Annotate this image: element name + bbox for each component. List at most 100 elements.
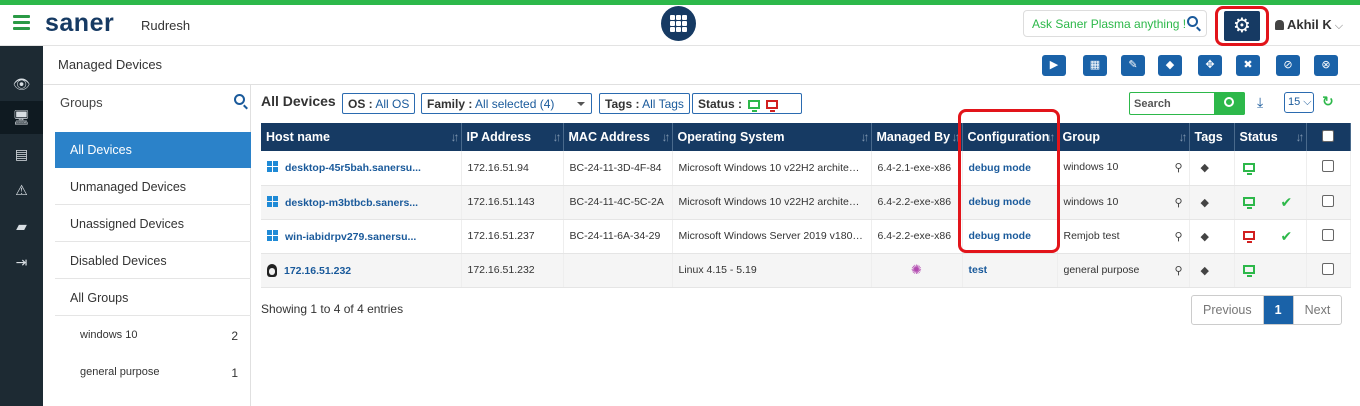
os-filter[interactable]: OS : All OS: [342, 93, 416, 114]
row-checkbox[interactable]: [1322, 194, 1334, 207]
highlight-box-configuration: [958, 109, 1060, 253]
configuration-cell[interactable]: test: [962, 253, 1058, 288]
dropdown-caret-icon: [577, 102, 585, 106]
select-cell: [1306, 219, 1351, 254]
next-page-button[interactable]: Next: [1294, 296, 1342, 324]
col-managed-by[interactable]: Managed By ↓↑: [871, 123, 963, 151]
nav-report-icon[interactable]: ▤: [0, 138, 43, 171]
column-label: Tags: [1194, 130, 1223, 144]
windows-icon: [267, 161, 279, 173]
group-all-groups[interactable]: All Groups: [55, 280, 251, 316]
group-windows-10[interactable]: windows 10 2: [55, 317, 251, 353]
previous-page-button[interactable]: Previous: [1192, 296, 1264, 324]
pin-icon[interactable]: ⚲: [1174, 230, 1182, 243]
toolbar-grid-icon[interactable]: ▦: [1083, 55, 1107, 76]
nav-warning-icon[interactable]: ⚠: [0, 174, 43, 207]
download-icon[interactable]: ⤓: [1257, 94, 1263, 111]
pin-icon[interactable]: ⚲: [1174, 264, 1182, 277]
col-group[interactable]: Group ↓↑: [1057, 123, 1190, 151]
col-operating-system[interactable]: Operating System ↓↑: [672, 123, 872, 151]
toolbar-unmanage-icon[interactable]: ⊘: [1276, 55, 1300, 76]
row-checkbox[interactable]: [1322, 160, 1334, 173]
user-menu[interactable]: Akhil K ⌵: [1275, 17, 1343, 33]
tags-filter[interactable]: Tags : All Tags: [599, 93, 690, 114]
toolbar-play-icon[interactable]: ▶: [1042, 55, 1066, 76]
tags-cell: ◆: [1189, 219, 1235, 254]
tag-icon[interactable]: ◆: [1201, 231, 1209, 243]
page-1-button[interactable]: 1: [1263, 296, 1294, 324]
online-monitor-icon[interactable]: [748, 100, 761, 112]
offline-monitor-icon[interactable]: [766, 100, 779, 112]
mac-cell: BC-24-11-3D-4F-84: [563, 151, 673, 186]
toolbar-move-icon[interactable]: ✥: [1198, 55, 1222, 76]
left-nav: 👁 🖥 ▤ ⚠ ▰ ⇥: [0, 46, 43, 406]
status-cell: [1234, 253, 1307, 288]
page-size-select[interactable]: 15 ⌵: [1284, 92, 1314, 113]
search-icon: [1224, 97, 1234, 107]
refresh-icon[interactable]: ↻: [1322, 93, 1334, 110]
column-label: IP Address: [466, 130, 532, 144]
top-bar: saner Rudresh Ask Saner Plasma anything …: [0, 5, 1360, 46]
table-row[interactable]: win-iabidrpv279.sanersu... 172.16.51.237…: [261, 219, 1351, 254]
select-all-checkbox[interactable]: [1322, 129, 1334, 142]
group-disabled-devices[interactable]: Disabled Devices: [55, 243, 251, 279]
page-title: Managed Devices: [58, 57, 163, 72]
host-cell[interactable]: desktop-m3btbcb.saners...: [261, 185, 462, 220]
table-row[interactable]: desktop-m3btbcb.saners... 172.16.51.143 …: [261, 185, 1351, 220]
group-unmanaged-devices[interactable]: Unmanaged Devices: [55, 169, 251, 205]
groups-search-icon[interactable]: [234, 94, 245, 105]
groups-panel: Groups All Devices Unmanaged Devices Una…: [55, 85, 251, 406]
status-filter[interactable]: Status :: [692, 93, 802, 114]
host-cell[interactable]: win-iabidrpv279.sanersu...: [261, 219, 462, 254]
devices-table: Host name ↓↑ IP Address ↓↑ MAC Address ↓↑ O…: [261, 123, 1351, 288]
group-count: 2: [231, 329, 238, 343]
search-icon: [1187, 16, 1198, 27]
tag-icon[interactable]: ◆: [1201, 162, 1209, 174]
group-all-devices[interactable]: All Devices: [55, 132, 251, 168]
toolbar-close-icon[interactable]: ⊗: [1314, 55, 1338, 76]
host-cell[interactable]: 172.16.51.232: [261, 253, 462, 288]
page-size-value: 15: [1288, 96, 1301, 108]
search-button[interactable]: [1214, 92, 1245, 115]
col-mac-address[interactable]: MAC Address ↓↑: [563, 123, 673, 151]
col-status[interactable]: Status ↓↑: [1234, 123, 1307, 151]
group-unassigned-devices[interactable]: Unassigned Devices: [55, 206, 251, 242]
col-select-all[interactable]: [1306, 123, 1351, 151]
app-logo[interactable]: saner: [45, 9, 114, 38]
column-label: Operating System: [677, 130, 785, 144]
nav-eye-icon[interactable]: 👁: [0, 68, 43, 101]
host-cell[interactable]: desktop-45r5bah.sanersu...: [261, 151, 462, 186]
pin-icon[interactable]: ⚲: [1174, 196, 1182, 209]
tag-icon[interactable]: ◆: [1201, 265, 1209, 277]
ask-saner-label: Ask Saner Plasma anything !: [1032, 17, 1187, 31]
table-row[interactable]: desktop-45r5bah.sanersu... 172.16.51.94 …: [261, 151, 1351, 186]
managed-by-cell: 6.4-2.1-exe-x86: [871, 151, 963, 186]
pagination: Previous 1 Next: [1191, 295, 1343, 325]
toolbar-pin-icon[interactable]: ✎: [1121, 55, 1145, 76]
ip-cell: 172.16.51.237: [461, 219, 564, 254]
linux-icon: [267, 263, 277, 277]
row-checkbox[interactable]: [1322, 262, 1334, 275]
table-row[interactable]: 172.16.51.232 172.16.51.232 Linux 4.15 -…: [261, 253, 1351, 288]
col-host-name[interactable]: Host name ↓↑: [261, 123, 462, 151]
mac-cell: BC-24-11-6A-34-29: [563, 219, 673, 254]
toolbar-tag-icon[interactable]: ◆: [1158, 55, 1182, 76]
sort-icon: ↓↑: [860, 130, 870, 144]
nav-monitor-icon[interactable]: 🖥: [0, 101, 43, 134]
col-ip-address[interactable]: IP Address ↓↑: [461, 123, 564, 151]
toolbar-delete-icon[interactable]: ✖: [1236, 55, 1260, 76]
menu-icon[interactable]: [13, 15, 30, 31]
row-checkbox[interactable]: [1322, 228, 1334, 241]
pin-icon[interactable]: ⚲: [1174, 161, 1182, 174]
col-tags[interactable]: Tags: [1189, 123, 1235, 151]
highlight-box-settings: [1215, 6, 1269, 46]
tag-icon[interactable]: ◆: [1201, 197, 1209, 209]
nav-logout-icon[interactable]: ⇥: [0, 246, 43, 279]
group-general-purpose[interactable]: general purpose 1: [55, 354, 251, 390]
family-filter[interactable]: Family : All selected (4): [421, 93, 592, 114]
status-online-icon: [1242, 162, 1255, 175]
ask-saner-button[interactable]: Ask Saner Plasma anything !: [1023, 10, 1207, 37]
organization-name: Rudresh: [141, 18, 191, 33]
app-grid-icon[interactable]: [661, 6, 696, 41]
nav-book-icon[interactable]: ▰: [0, 210, 43, 243]
